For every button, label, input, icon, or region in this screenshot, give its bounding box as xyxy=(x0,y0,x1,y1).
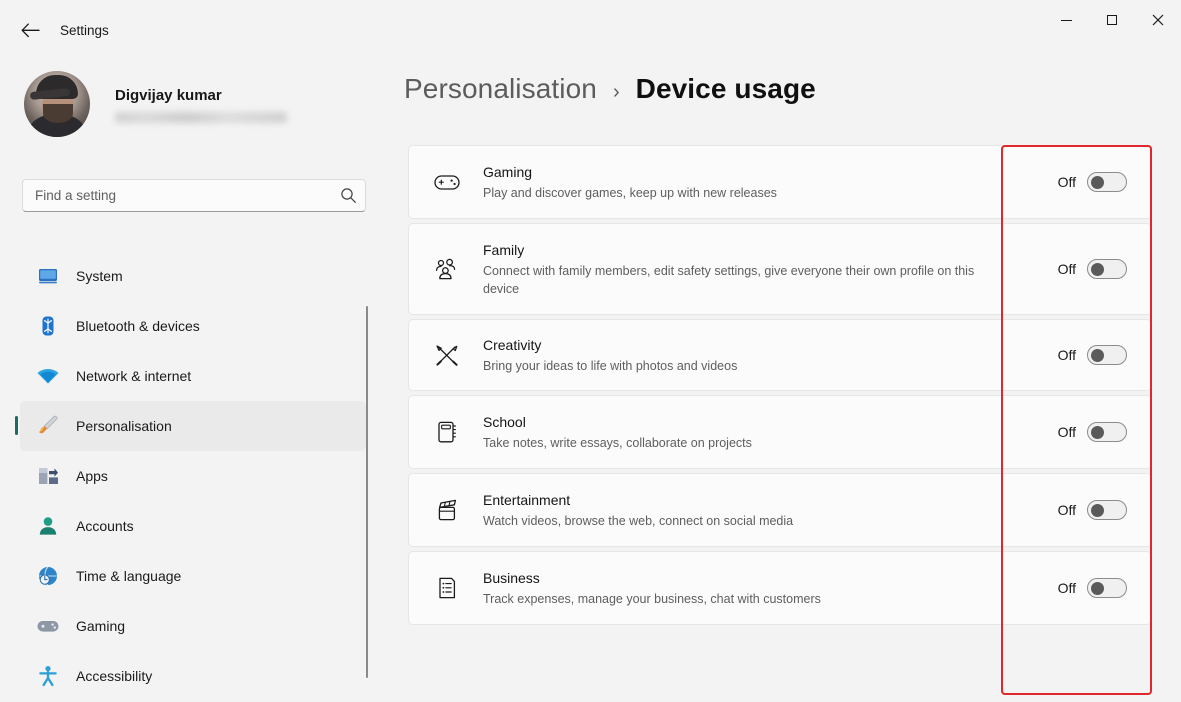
gaming-toggle[interactable] xyxy=(1087,172,1127,192)
document-list-icon xyxy=(429,570,465,606)
toggle-group: Off xyxy=(1058,259,1127,279)
toggle-group: Off xyxy=(1058,578,1127,598)
family-group-icon xyxy=(429,251,465,287)
title-bar: Settings xyxy=(0,0,1181,48)
card-subtitle: Take notes, write essays, collaborate on… xyxy=(483,435,752,450)
main-content: Personalisation › Device usage Gaming Pl… xyxy=(380,48,1181,702)
back-arrow-icon xyxy=(21,22,40,37)
school-toggle[interactable] xyxy=(1087,422,1127,442)
sidebar-scrollbar[interactable] xyxy=(365,303,369,681)
user-profile[interactable]: Digvijay kumar xyxy=(24,71,287,137)
sidebar-item-label: Accessibility xyxy=(76,668,153,684)
search-input[interactable] xyxy=(35,188,331,203)
minimize-button[interactable] xyxy=(1043,0,1089,40)
sidebar-item-system[interactable]: System xyxy=(20,251,366,301)
toggle-state-label: Off xyxy=(1057,347,1076,363)
sidebar: Digvijay kumar Find a setting System Blu… xyxy=(0,48,380,702)
sidebar-item-gaming[interactable]: Gaming xyxy=(20,601,366,651)
device-usage-card-family[interactable]: Family Connect with family members, edit… xyxy=(408,223,1152,315)
maximize-button[interactable] xyxy=(1089,0,1135,40)
toggle-state-label: Off xyxy=(1057,580,1076,596)
card-title: School xyxy=(483,413,526,430)
search-icon[interactable] xyxy=(331,187,365,204)
card-subtitle: Track expenses, manage your business, ch… xyxy=(483,591,821,606)
close-icon xyxy=(1152,14,1164,26)
window-controls xyxy=(1043,0,1181,40)
search-box[interactable] xyxy=(22,179,366,212)
sidebar-item-label: System xyxy=(76,268,123,284)
family-toggle[interactable] xyxy=(1087,259,1127,279)
settings-window: Settings Digvijay kumar Find a setting S… xyxy=(0,0,1181,702)
close-button[interactable] xyxy=(1135,0,1181,40)
toggle-group: Off xyxy=(1058,345,1127,365)
sidebar-item-label: Bluetooth & devices xyxy=(76,318,200,334)
sidebar-item-label: Apps xyxy=(76,468,108,484)
entertainment-toggle[interactable] xyxy=(1087,500,1127,520)
clock-globe-icon xyxy=(34,562,62,590)
toggle-state-label: Off xyxy=(1057,502,1076,518)
sidebar-nav: System Bluetooth & devices Network & int… xyxy=(0,251,380,701)
sidebar-item-label: Network & internet xyxy=(76,368,192,384)
sidebar-item-network-internet[interactable]: Network & internet xyxy=(20,351,366,401)
notebook-icon xyxy=(429,414,465,450)
toggle-state-label: Off xyxy=(1057,174,1076,190)
device-usage-card-business[interactable]: Business Track expenses, manage your bus… xyxy=(408,551,1152,625)
sidebar-item-label: Personalisation xyxy=(76,418,172,434)
card-title: Gaming xyxy=(483,163,533,180)
device-usage-card-entertainment[interactable]: Entertainment Watch videos, browse the w… xyxy=(408,473,1152,547)
device-usage-card-gaming[interactable]: Gaming Play and discover games, keep up … xyxy=(408,145,1152,219)
toggle-group: Off xyxy=(1058,422,1127,442)
toggle-state-label: Off xyxy=(1057,261,1076,277)
card-title: Business xyxy=(483,569,540,586)
device-usage-list: Gaming Play and discover games, keep up … xyxy=(408,145,1152,629)
pencil-brush-icon xyxy=(429,337,465,373)
chevron-right-icon: › xyxy=(612,81,620,103)
account-icon xyxy=(34,512,62,540)
sidebar-scrollbar-thumb[interactable] xyxy=(366,306,368,678)
device-usage-card-creativity[interactable]: Creativity Bring your ideas to life with… xyxy=(408,319,1152,391)
minimize-icon xyxy=(1060,19,1072,21)
card-subtitle: Play and discover games, keep up with ne… xyxy=(483,185,777,200)
user-email-redacted xyxy=(115,111,287,123)
card-subtitle: Bring your ideas to life with photos and… xyxy=(483,358,738,373)
business-toggle[interactable] xyxy=(1087,578,1127,598)
monitor-icon xyxy=(34,262,62,290)
sidebar-item-accounts[interactable]: Accounts xyxy=(20,501,366,551)
toggle-group: Off xyxy=(1058,172,1127,192)
sidebar-item-label: Accounts xyxy=(76,518,134,534)
sidebar-item-accessibility[interactable]: Accessibility xyxy=(20,651,366,701)
device-usage-card-school[interactable]: School Take notes, write essays, collabo… xyxy=(408,395,1152,469)
creativity-toggle[interactable] xyxy=(1087,345,1127,365)
card-subtitle: Connect with family members, edit safety… xyxy=(483,263,975,296)
gamepad-icon xyxy=(429,164,465,200)
sidebar-item-bluetooth-devices[interactable]: Bluetooth & devices xyxy=(20,301,366,351)
card-title: Creativity xyxy=(483,336,542,353)
sidebar-item-personalisation[interactable]: Personalisation xyxy=(15,401,366,451)
app-title: Settings xyxy=(60,23,109,38)
accessibility-icon xyxy=(34,662,62,690)
gamepad-icon xyxy=(34,612,62,640)
sidebar-item-label: Gaming xyxy=(76,618,126,634)
clapperboard-icon xyxy=(429,492,465,528)
avatar xyxy=(24,71,90,137)
toggle-group: Off xyxy=(1058,500,1127,520)
breadcrumb-parent[interactable]: Personalisation xyxy=(404,73,597,105)
page-title: Device usage xyxy=(635,73,816,104)
user-name: Digvijay kumar xyxy=(115,86,222,104)
card-title: Entertainment xyxy=(483,491,571,508)
card-title: Family xyxy=(483,241,525,258)
bluetooth-icon xyxy=(34,312,62,340)
sidebar-item-label: Time & language xyxy=(76,568,182,584)
back-button[interactable] xyxy=(12,14,48,46)
apps-icon xyxy=(34,462,62,490)
maximize-icon xyxy=(1107,15,1117,25)
sidebar-item-apps[interactable]: Apps xyxy=(20,451,366,501)
paintbrush-icon xyxy=(34,412,62,440)
sidebar-item-time-language[interactable]: Time & language xyxy=(20,551,366,601)
card-subtitle: Watch videos, browse the web, connect on… xyxy=(483,513,794,528)
breadcrumb: Personalisation › Device usage xyxy=(404,73,816,105)
toggle-state-label: Off xyxy=(1057,424,1076,440)
wifi-icon xyxy=(34,362,62,390)
